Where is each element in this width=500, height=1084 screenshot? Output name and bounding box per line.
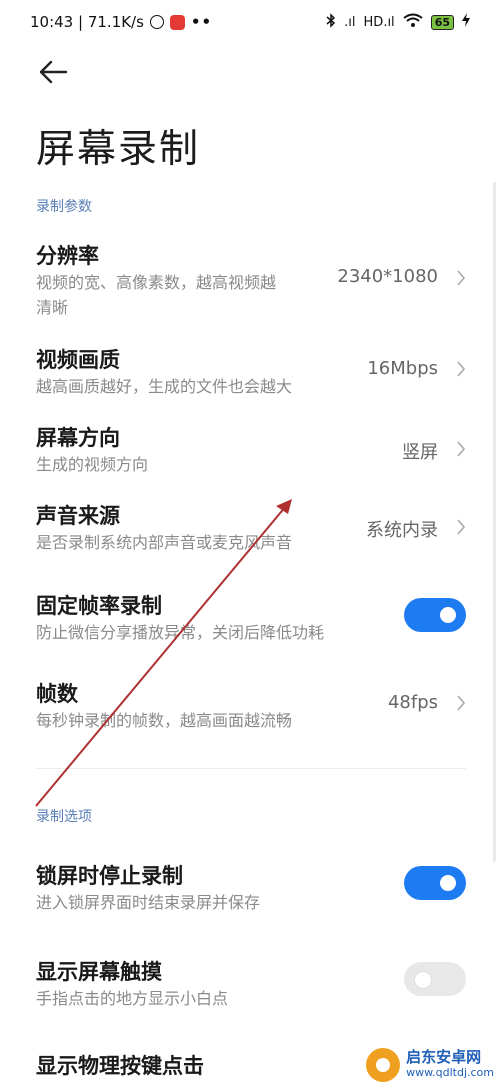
- back-arrow-icon: [39, 60, 68, 84]
- status-time: 10:43 | 71.1K/s: [30, 13, 144, 31]
- toggle-knob: [440, 875, 456, 891]
- row-subtitle: 每秒钟录制的帧数，越高画面越流畅: [36, 711, 293, 730]
- bluetooth-icon: [326, 12, 336, 32]
- chevron-right-icon: [457, 441, 466, 457]
- row-video-quality[interactable]: 视频画质 越高画质越好，生成的文件也会越大 16Mbps: [0, 340, 470, 404]
- row-title: 锁屏时停止录制: [36, 864, 183, 888]
- row-title: 显示屏幕触摸: [36, 960, 162, 984]
- row-title: 视频画质: [36, 348, 120, 372]
- toggle-knob: [414, 971, 432, 989]
- row-title: 声音来源: [36, 504, 120, 528]
- row-subtitle-line: 清晰: [36, 298, 69, 317]
- signal-icon: .ıl: [344, 14, 356, 30]
- charging-icon: [462, 13, 470, 31]
- status-bar: 10:43 | 71.1K/s •• .ıl HD.ıl 65: [0, 0, 500, 44]
- chevron-right-icon: [457, 519, 466, 535]
- section-label-options: 录制选项: [36, 809, 92, 825]
- row-value: 16Mbps: [367, 358, 438, 379]
- row-title: 显示物理按键点击: [36, 1054, 204, 1078]
- watermark-title: 启东安卓网: [406, 1048, 482, 1066]
- toggle-knob: [440, 607, 456, 623]
- page-title: 屏幕录制: [36, 127, 201, 172]
- wifi-icon: [403, 13, 423, 32]
- back-button[interactable]: [38, 58, 70, 86]
- section-divider: [36, 768, 466, 769]
- row-frame-rate[interactable]: 帧数 每秒钟录制的帧数，越高画面越流畅 48fps: [0, 674, 470, 738]
- row-stop-on-lock: 锁屏时停止录制 进入锁屏界面时结束录屏并保存: [0, 856, 470, 920]
- row-title: 屏幕方向: [36, 426, 120, 450]
- watermark-url: www.qdltdj.com: [406, 1066, 494, 1079]
- signal-hd-icon: HD.ıl: [363, 14, 395, 30]
- row-title: 分辨率: [36, 244, 99, 268]
- watermark-logo-icon: [366, 1048, 401, 1082]
- row-audio-source[interactable]: 声音来源 是否录制系统内部声音或麦克风声音 系统内录: [0, 496, 470, 560]
- row-subtitle: 越高画质越好，生成的文件也会越大: [36, 377, 293, 396]
- row-title: 固定帧率录制: [36, 594, 162, 618]
- watermark: 启东安卓网 www.qdltdj.com: [366, 1048, 494, 1082]
- battery-level: 65: [430, 14, 454, 30]
- row-subtitle: 手指点击的地方显示小白点: [36, 989, 229, 1008]
- chevron-right-icon: [457, 361, 466, 377]
- chevron-right-icon: [457, 695, 466, 711]
- stop-on-lock-toggle[interactable]: [404, 866, 466, 900]
- row-value: 48fps: [387, 692, 438, 713]
- fixed-framerate-toggle[interactable]: [404, 598, 466, 632]
- row-value: 竖屏: [402, 442, 438, 463]
- section-label-params: 录制参数: [36, 199, 92, 215]
- row-screen-orientation[interactable]: 屏幕方向 生成的视频方向 竖屏: [0, 418, 470, 482]
- more-notifications-icon: ••: [190, 13, 213, 31]
- show-touches-toggle[interactable]: [404, 962, 466, 996]
- row-resolution[interactable]: 分辨率 视频的宽、高像素数，越高视频越 清晰 2340*1080: [0, 232, 470, 328]
- scrollbar[interactable]: [493, 182, 496, 862]
- app-notification-icon: [169, 14, 185, 30]
- row-fixed-framerate: 固定帧率录制 防止微信分享播放异常，关闭后降低功耗: [0, 586, 470, 650]
- row-subtitle: 防止微信分享播放异常，关闭后降低功耗: [36, 623, 325, 642]
- row-title: 帧数: [36, 682, 78, 706]
- row-value: 系统内录: [366, 520, 438, 541]
- row-subtitle: 进入锁屏界面时结束录屏并保存: [36, 893, 261, 912]
- row-subtitle: 是否录制系统内部声音或麦克风声音: [36, 533, 293, 552]
- row-value: 2340*1080: [337, 266, 438, 287]
- row-show-touches: 显示屏幕触摸 手指点击的地方显示小白点: [0, 952, 470, 1016]
- chevron-right-icon: [457, 270, 466, 286]
- row-subtitle-line: 视频的宽、高像素数，越高视频越: [36, 273, 277, 292]
- row-subtitle: 生成的视频方向: [36, 455, 149, 474]
- battery-icon: 65: [430, 14, 454, 30]
- alarm-icon: [149, 15, 164, 29]
- row-subtitle: 视频的宽、高像素数，越高视频越 清晰: [36, 270, 276, 320]
